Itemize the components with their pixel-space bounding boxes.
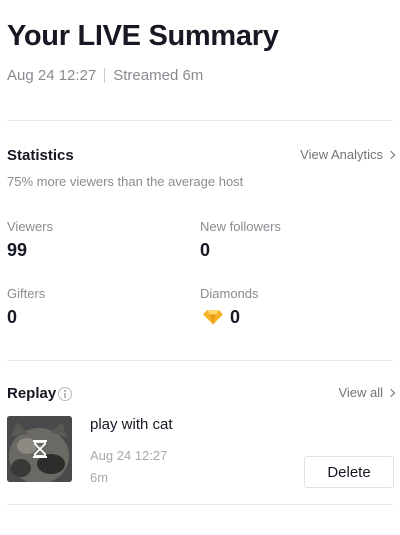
replay-item-duration: 6m xyxy=(90,470,109,485)
hourglass-icon xyxy=(33,440,47,458)
divider xyxy=(7,360,393,361)
replay-title: Replay xyxy=(7,385,57,402)
gifters-label: Gifters xyxy=(7,286,46,301)
diamonds-label: Diamonds xyxy=(200,286,259,301)
viewers-value: 99 xyxy=(7,240,28,260)
info-icon[interactable] xyxy=(58,387,72,401)
delete-button[interactable]: Delete xyxy=(304,456,394,488)
view-all-link[interactable]: View all xyxy=(338,385,396,400)
live-date: Aug 24 12:27 xyxy=(7,67,97,84)
view-all-label: View all xyxy=(338,385,383,400)
replay-item-title[interactable]: play with cat xyxy=(90,416,173,433)
divider xyxy=(7,120,393,121)
view-analytics-link[interactable]: View Analytics xyxy=(300,147,396,162)
statistics-title: Statistics xyxy=(7,147,74,164)
diamonds-value: 0 xyxy=(230,307,241,327)
replay-thumbnail[interactable] xyxy=(7,416,72,482)
new-followers-value: 0 xyxy=(200,240,211,260)
gifters-value: 0 xyxy=(7,307,18,327)
replay-item-date: Aug 24 12:27 xyxy=(90,448,168,463)
viewers-label: Viewers xyxy=(7,219,54,234)
view-analytics-label: View Analytics xyxy=(300,147,383,162)
summary-meta: Aug 24 12:27 Streamed 6m xyxy=(7,67,203,84)
meta-separator xyxy=(104,68,106,83)
diamond-icon xyxy=(203,310,223,325)
new-followers-label: New followers xyxy=(200,219,281,234)
page-title: Your LIVE Summary xyxy=(7,20,279,52)
streamed-duration: Streamed 6m xyxy=(113,67,204,84)
chevron-right-icon xyxy=(386,388,396,397)
viewer-comparison-text: 75% more viewers than the average host xyxy=(7,174,244,189)
chevron-right-icon xyxy=(386,150,396,159)
divider xyxy=(7,504,393,505)
